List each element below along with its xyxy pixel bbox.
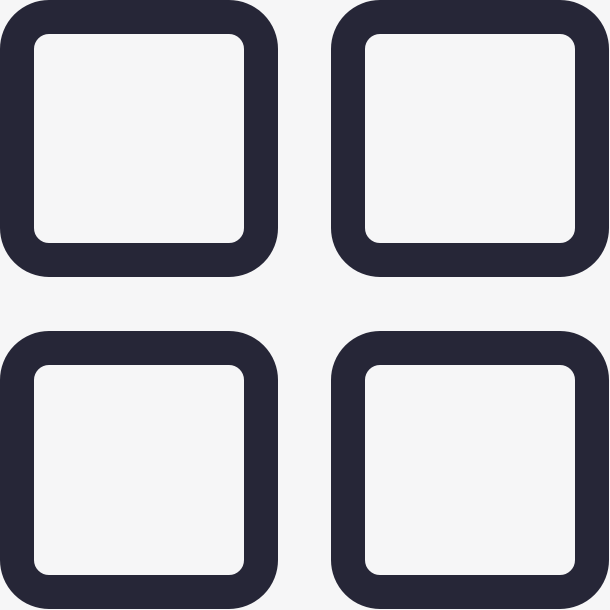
grid-view-icon xyxy=(0,0,610,610)
grid-cell-top-right xyxy=(331,0,609,277)
grid-cell-top-left xyxy=(0,0,278,277)
grid-view-icon-svg xyxy=(0,0,609,609)
grid-cell-bottom-left xyxy=(0,331,278,609)
grid-cell-bottom-right xyxy=(331,331,609,609)
